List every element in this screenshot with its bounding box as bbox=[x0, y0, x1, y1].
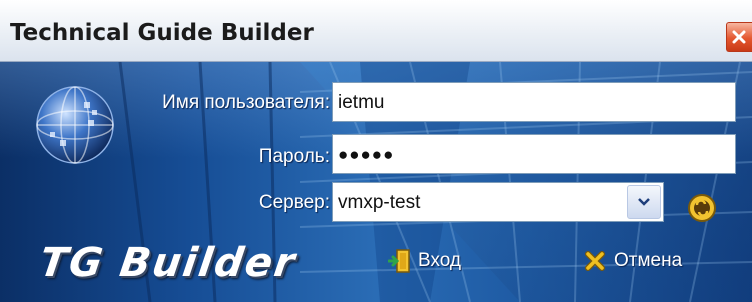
login-door-icon bbox=[388, 249, 410, 273]
title-bar[interactable]: Technical Guide Builder bbox=[0, 0, 752, 62]
tg-builder-logo-text: TG Builder bbox=[36, 240, 300, 286]
server-dropdown-button[interactable] bbox=[627, 185, 661, 219]
window-title: Technical Guide Builder bbox=[10, 20, 314, 46]
login-button[interactable]: Вход bbox=[388, 248, 488, 276]
chevron-down-icon bbox=[638, 198, 650, 206]
username-value: ietmu bbox=[338, 92, 385, 113]
server-select[interactable]: vmxp-test bbox=[332, 182, 664, 222]
password-label: Пароль: bbox=[258, 146, 330, 167]
server-label: Сервер: bbox=[258, 192, 330, 213]
cancel-x-icon bbox=[585, 251, 605, 271]
cancel-button[interactable]: Отмена bbox=[584, 248, 714, 276]
password-input[interactable]: ●●●●● bbox=[332, 134, 736, 174]
password-value: ●●●●● bbox=[338, 145, 395, 164]
username-input[interactable]: ietmu bbox=[332, 82, 736, 122]
server-settings-icon[interactable] bbox=[686, 192, 718, 224]
login-dialog: Technical Guide Builder Имя пользователя… bbox=[0, 0, 752, 302]
username-label: Имя пользователя: bbox=[162, 92, 330, 113]
cancel-label: Отмена bbox=[614, 250, 683, 271]
close-icon bbox=[732, 30, 746, 44]
server-value: vmxp-test bbox=[338, 192, 421, 213]
dialog-body: Имя пользователя: ietmu Пароль: ●●●●● Се… bbox=[0, 62, 752, 302]
close-button[interactable] bbox=[726, 22, 752, 52]
login-label: Вход bbox=[418, 250, 461, 271]
globe-logo-icon bbox=[36, 86, 114, 164]
